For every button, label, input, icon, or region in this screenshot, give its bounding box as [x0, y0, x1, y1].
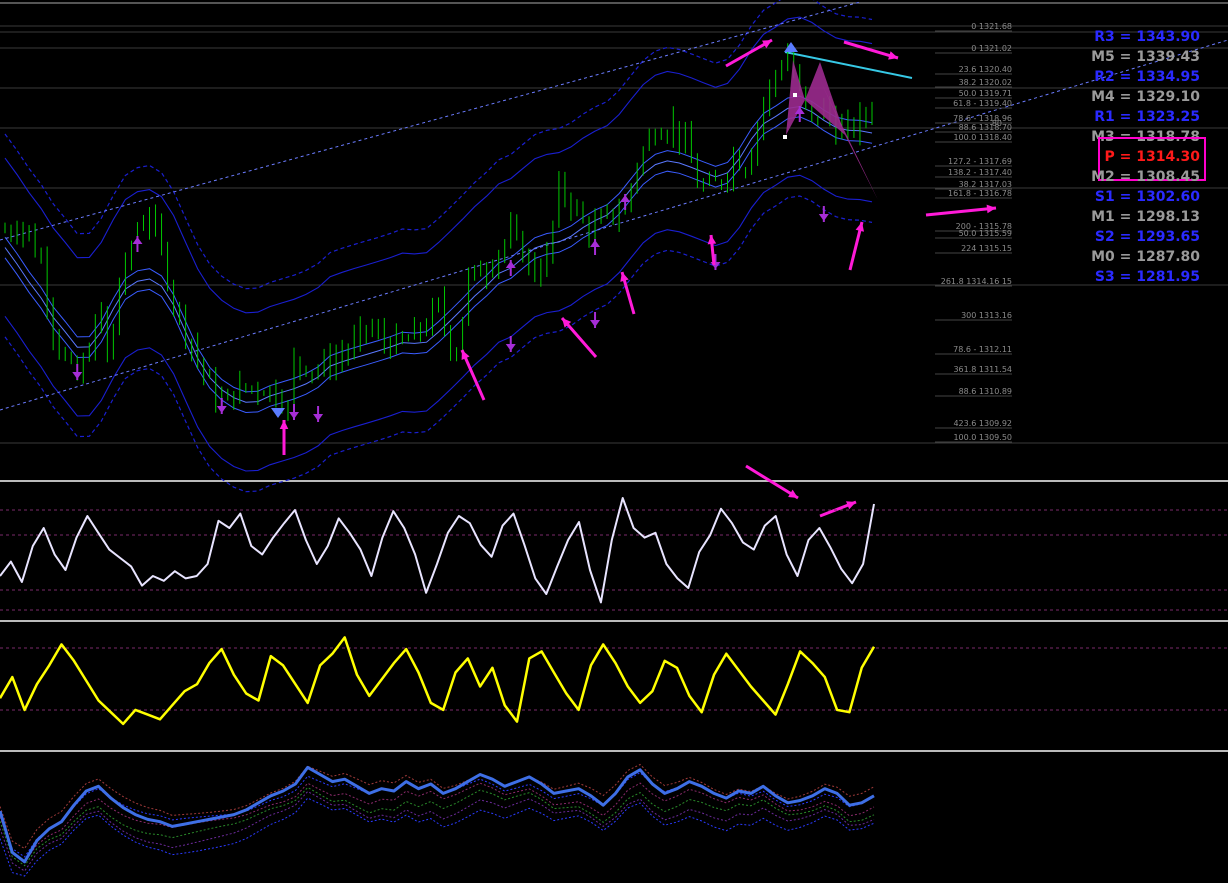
fractal-head — [620, 195, 631, 202]
osc-band — [0, 797, 875, 877]
osc-band — [0, 763, 875, 850]
fractal-head — [590, 240, 601, 247]
fractal-head — [289, 412, 299, 419]
oscillator-2 — [0, 636, 1228, 726]
trend-channel — [0, 1, 1228, 411]
pivot-label: R2 = 1334.95 — [1094, 69, 1200, 85]
pivot-label: M0 = 1287.80 — [1091, 249, 1200, 265]
fib-label: 0 1321.02 — [971, 44, 1012, 53]
fib-label: 300 1313.16 — [961, 311, 1012, 320]
oscillator-3 — [0, 763, 875, 877]
fib-label: 127.2 - 1317.69 — [948, 157, 1012, 166]
fib-label: 88.6 1310.89 — [959, 387, 1012, 396]
osc-band — [0, 790, 875, 872]
fib-label: 78.6 - 1312.11 — [953, 345, 1012, 354]
annotation-arrowhead — [279, 420, 289, 429]
channel-upper — [0, 1, 861, 241]
annotation-arrow — [925, 206, 997, 217]
fib-label: 361.8 1311.54 — [953, 365, 1012, 374]
pivot-label: S1 = 1302.60 — [1095, 189, 1200, 205]
fib-label: 423.6 1309.92 — [953, 419, 1012, 428]
pivot-label: S2 = 1293.65 — [1095, 229, 1200, 245]
fib-label: 50.0 1315.59 — [959, 229, 1012, 238]
fib-label: 38.2 1317.03 — [959, 180, 1012, 189]
fib-label: 261.8 1314.16 15 — [941, 277, 1012, 286]
oscillator-3-line — [0, 765, 875, 864]
candles — [4, 43, 873, 421]
fib-label: 88.6 1318.70 — [959, 123, 1012, 132]
pivot-label: M5 = 1339.43 — [1091, 49, 1200, 65]
pivot-label: P = 1314.30 — [1104, 149, 1200, 165]
fractal-head — [818, 214, 829, 221]
pattern-point — [783, 135, 787, 139]
fractal-head — [132, 237, 143, 244]
fib-label: 61.8 - 1319.40 — [953, 99, 1012, 108]
oscillator-1-line — [0, 497, 875, 604]
pivot-label: M2 = 1308.45 — [1091, 169, 1200, 185]
oscillator-1 — [0, 497, 1228, 611]
fib-label: 80 — [992, 119, 1002, 128]
pivot-label: M4 = 1329.10 — [1091, 89, 1200, 105]
pattern-triangle — [805, 62, 845, 135]
fractal-markers — [72, 42, 829, 422]
fib-label: 100.0 1318.40 — [953, 133, 1012, 142]
fib-label: 0 1321.68 — [971, 22, 1012, 31]
osc-band — [0, 786, 875, 867]
fractal-head — [590, 320, 601, 327]
fib-label: 50.0 1319.71 — [959, 89, 1012, 98]
fib-label: 161.8 - 1316.78 — [948, 189, 1012, 198]
fib-labels: 0 1321.68 0 1321.02 23.6 1320.40 38.2 1320.… — [935, 22, 1012, 443]
fib-label: 38.2 1320.02 — [959, 78, 1012, 87]
pivot-levels: R3 = 1343.90 M5 = 1339.43 R2 = 1334.95 M4 =… — [1091, 29, 1206, 285]
pivot-label: M1 = 1298.13 — [1091, 209, 1200, 225]
pivot-label: R1 = 1323.25 — [1094, 109, 1200, 125]
fractal-head — [72, 372, 83, 379]
fib-label: 138.2 - 1317.40 — [948, 168, 1012, 177]
fractal-head — [784, 42, 798, 52]
pivot-label: S3 = 1281.95 — [1095, 269, 1200, 285]
chart-root: 0 1321.68 0 1321.02 23.6 1320.40 38.2 1320.… — [0, 0, 1228, 879]
envelope-line — [4, 195, 873, 493]
envelope-line — [4, 105, 873, 403]
envelope-bands — [4, 0, 873, 493]
envelope-line — [4, 116, 873, 414]
price-chart: 0 1321.68 0 1321.02 23.6 1320.40 38.2 1320.… — [0, 0, 1228, 877]
fib-label: 224 1315.15 — [961, 244, 1012, 253]
oscillator-2-line — [0, 636, 876, 726]
harmonic-pattern — [783, 60, 878, 200]
fib-label: 78.6 - 1318.96 — [953, 114, 1012, 123]
pivot-label: R3 = 1343.90 — [1094, 29, 1200, 45]
fractal-head — [313, 414, 324, 421]
fractal-head — [271, 408, 285, 418]
pattern-point — [793, 93, 797, 97]
envelope-line — [4, 174, 873, 472]
fib-label: 23.6 1320.40 — [959, 65, 1012, 74]
fractal-head — [216, 406, 227, 413]
fractal-head — [505, 344, 516, 351]
fractal-head — [505, 261, 516, 268]
annotation-arrows — [279, 38, 997, 518]
fib-label: 100.0 1309.50 — [953, 433, 1012, 442]
fib-level-lines — [0, 25, 1228, 444]
